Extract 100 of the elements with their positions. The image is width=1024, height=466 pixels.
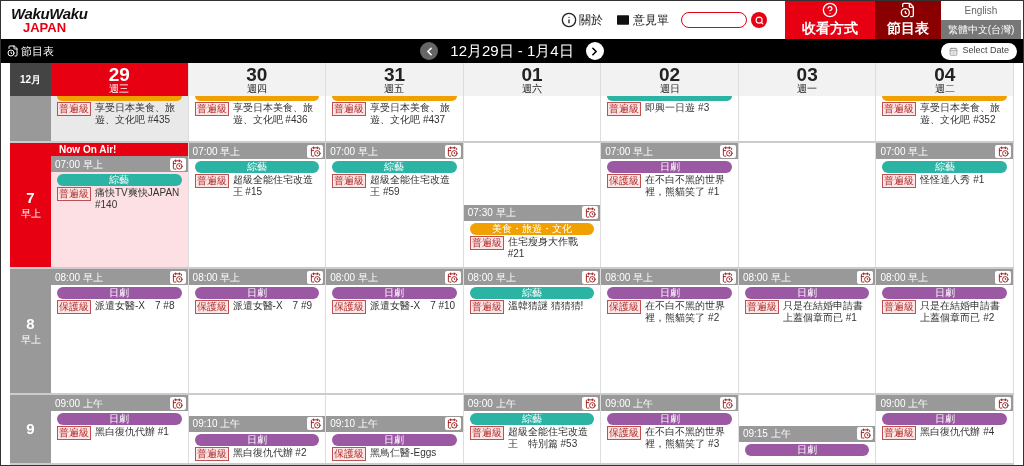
reminder-button[interactable] — [582, 270, 599, 284]
day-header[interactable]: 31 週五 — [326, 63, 464, 96]
program-title[interactable]: 黑白復仇代辦 #4 — [920, 426, 995, 438]
day-header[interactable]: 29 週三 — [51, 63, 189, 96]
genre-pill: 日劇 — [332, 287, 457, 299]
calendar-icon — [949, 46, 959, 56]
program-title[interactable]: 派遣女醫-X 7 #9 — [232, 300, 313, 312]
program-title[interactable]: 黑白復仇代辦 #1 — [95, 426, 169, 438]
calendar-clock-icon — [447, 271, 459, 283]
program-title[interactable]: 享受日本美食、旅遊、文化吧 #437 — [370, 102, 457, 126]
rating-tag: 普遍級 — [194, 102, 229, 116]
calendar-clock-icon — [447, 418, 459, 429]
reminder-button[interactable] — [169, 396, 186, 410]
search-field[interactable] — [681, 12, 747, 28]
day-header[interactable]: 02 週日 — [601, 63, 739, 96]
select-date-button[interactable]: Select Date — [941, 42, 1017, 60]
rating-tag: 保護級 — [194, 300, 229, 314]
program-title[interactable]: 怪怪達人秀 #1 — [920, 174, 985, 186]
program-title[interactable]: 只是在結婚申請書上蓋個章而已 #2 — [920, 300, 1008, 324]
program-title[interactable]: 溫韓猜謎 猜猜猜! — [507, 300, 584, 312]
program-title[interactable]: 在不白不黑的世界裡，熊貓笑了 #2 — [645, 300, 732, 324]
program-title[interactable]: 享受日本美食、旅遊、文化吧 #352 — [920, 102, 1008, 126]
calendar-clock-icon — [309, 418, 321, 429]
reminder-button[interactable] — [995, 396, 1012, 410]
header-link[interactable]: 關於 — [561, 11, 603, 29]
program-time: 08:00 早上 — [330, 270, 378, 285]
program-title[interactable]: 超級全能住宅改造王 #59 — [370, 174, 457, 198]
program-title[interactable]: 在不白不黑的世界裡，熊貓笑了 #3 — [645, 426, 732, 450]
nav-button[interactable]: 節目表 — [875, 1, 941, 39]
reminder-button[interactable] — [857, 427, 874, 441]
program-time: 07:00 早上 — [330, 144, 378, 159]
rating-tag: 保護級 — [332, 300, 367, 314]
genre-pill: 日劇 — [744, 443, 870, 456]
calendar-clock-icon — [172, 397, 184, 409]
reminder-button[interactable] — [169, 157, 186, 171]
next-week-button[interactable] — [585, 42, 604, 60]
rating-tag: 普遍級 — [469, 426, 504, 440]
reminder-button[interactable] — [444, 270, 461, 284]
genre-pill: 日劇 — [607, 413, 732, 425]
program-title[interactable]: 痛快TV爽快JAPAN #140 — [95, 187, 182, 211]
genre-pill: 綜藝 — [469, 413, 595, 425]
program-time: 07:00 早上 — [605, 144, 654, 159]
program-title[interactable]: 派遣女醫-X 7 #8 — [95, 300, 175, 312]
reminder-button[interactable] — [307, 417, 324, 430]
genre-pill: 日劇 — [57, 413, 182, 425]
reminder-button[interactable] — [444, 417, 461, 430]
rating-tag: 普遍級 — [882, 102, 917, 116]
program-title[interactable]: 在不白不黑的世界裡，熊貓笑了 #1 — [645, 174, 732, 198]
reminder-button[interactable] — [719, 396, 736, 410]
hour-label: 8 早上 — [10, 269, 51, 393]
program-time: 09:15 上午 — [742, 427, 791, 442]
program-title[interactable]: 超級全能住宅改造王 #15 — [232, 174, 320, 198]
search-button[interactable] — [751, 12, 767, 28]
nav-button[interactable]: 收看方式 — [785, 1, 875, 39]
rating-tag: 普遍級 — [194, 174, 229, 188]
logo[interactable]: WakuWaku JAPAN — [11, 1, 88, 39]
genre-pill: 美食・旅遊・文化 — [469, 222, 595, 235]
reminder-button[interactable] — [582, 396, 599, 410]
day-header[interactable]: 30 週四 — [188, 63, 327, 96]
help-icon — [822, 1, 838, 18]
day-header[interactable]: 01 週六 — [463, 63, 602, 96]
genre-pill: 日劇 — [607, 287, 732, 299]
program-time: 08:00 早上 — [605, 270, 654, 285]
program-title[interactable]: 超級全能住宅改造王 特別篇 #53 — [507, 426, 595, 450]
reminder-button[interactable] — [995, 270, 1012, 284]
genre-pill: 日劇 — [607, 161, 732, 173]
program-time: 09:00 上午 — [605, 396, 654, 411]
reminder-button[interactable] — [719, 270, 736, 284]
reminder-button[interactable] — [307, 270, 324, 284]
reminder-button[interactable] — [995, 144, 1012, 158]
genre-pill: 日劇 — [194, 433, 320, 446]
day-header[interactable]: 04 週二 — [876, 63, 1015, 96]
program-time: 08:00 早上 — [880, 270, 929, 285]
language-option[interactable]: 繁體中文(台灣) — [941, 20, 1021, 39]
genre-pill: 日劇 — [57, 287, 182, 299]
calendar-clock-icon — [584, 397, 596, 409]
header-link[interactable]: 意見單 — [615, 11, 669, 29]
reminder-button[interactable] — [857, 270, 874, 284]
reminder-button[interactable] — [582, 206, 599, 219]
genre-pill: 綜藝 — [194, 161, 320, 173]
program-title[interactable]: 住宅瘦身大作戰 #21 — [507, 235, 595, 260]
program-title[interactable]: 黑白復仇代辦 #2 — [232, 446, 307, 459]
program-time: 07:00 早上 — [880, 144, 929, 159]
program-time: 09:10 上午 — [330, 417, 378, 431]
program-title[interactable]: 只是在結婚申請書上蓋個章而已 #1 — [782, 300, 870, 324]
program-title[interactable]: 黑鳥仁醫-Eggs — [370, 446, 437, 459]
program-title[interactable]: 享受日本美食、旅遊、文化吧 #435 — [95, 102, 182, 126]
reminder-button[interactable] — [719, 144, 736, 158]
program-title[interactable]: 享受日本美食、旅遊、文化吧 #436 — [232, 102, 320, 126]
reminder-button[interactable] — [169, 270, 186, 284]
previous-week-button[interactable] — [420, 42, 439, 60]
calendar-clock-icon — [172, 271, 184, 283]
reminder-button[interactable] — [444, 144, 461, 158]
month-cell: 12月 — [10, 63, 51, 96]
program-title[interactable]: 派遣女醫-X 7 #10 — [370, 300, 456, 312]
calendar-clock-icon — [172, 158, 184, 170]
program-title[interactable]: 即興一日遊 #3 — [645, 102, 710, 114]
day-header[interactable]: 03 週一 — [738, 63, 877, 96]
program-time: 08:00 早上 — [55, 270, 103, 285]
reminder-button[interactable] — [307, 144, 324, 158]
